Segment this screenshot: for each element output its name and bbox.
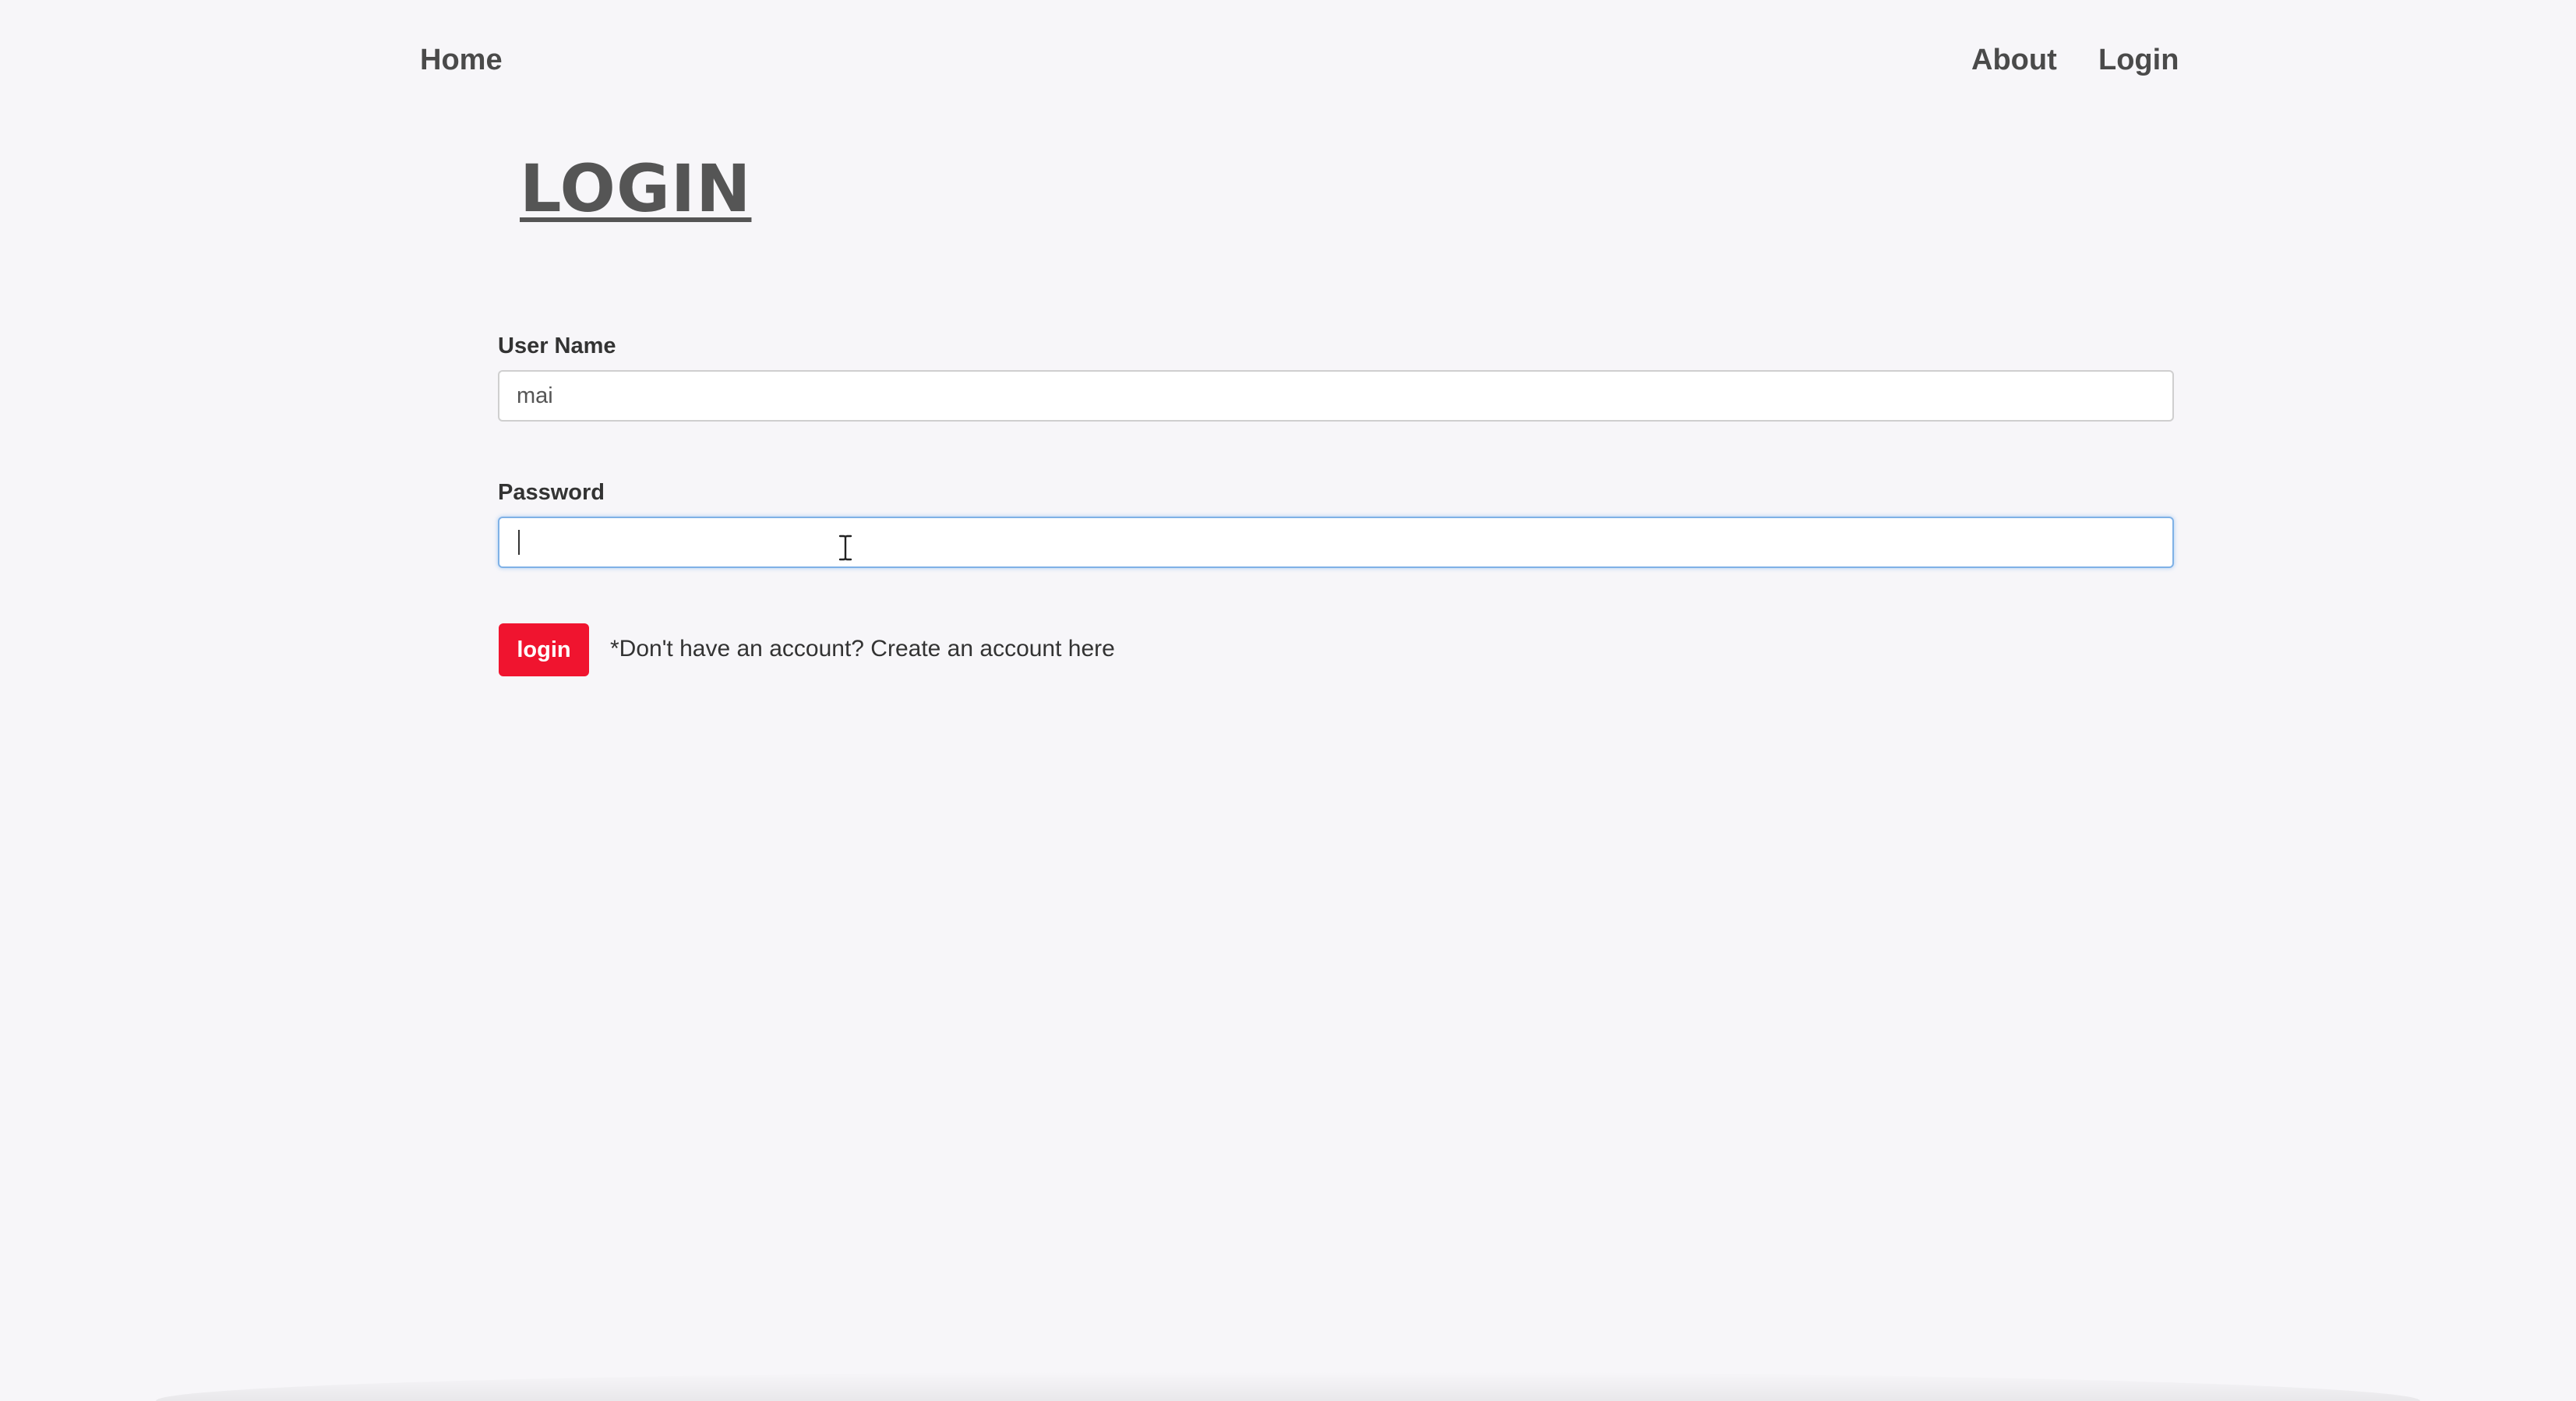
text-caret — [518, 530, 520, 555]
username-label: User Name — [498, 333, 616, 358]
nav-login-link[interactable]: Login — [2098, 42, 2179, 78]
nav-about-link[interactable]: About — [1971, 42, 2057, 78]
page-title: LOGIN — [520, 150, 752, 227]
password-input[interactable] — [498, 517, 2174, 568]
login-button[interactable]: login — [499, 623, 589, 676]
text-cursor-icon — [838, 535, 852, 561]
signup-prefix: *Don't have an account? — [610, 636, 871, 662]
login-page: Home About Login LOGIN User Name Passwor… — [0, 0, 2576, 1401]
bottom-shadow — [156, 1371, 2420, 1401]
nav-home-link[interactable]: Home — [420, 42, 503, 78]
password-label: Password — [498, 480, 605, 505]
signup-prompt: *Don't have an account? Create an accoun… — [610, 635, 1115, 663]
create-account-link[interactable]: Create an account here — [870, 636, 1115, 662]
username-input[interactable] — [498, 370, 2174, 422]
